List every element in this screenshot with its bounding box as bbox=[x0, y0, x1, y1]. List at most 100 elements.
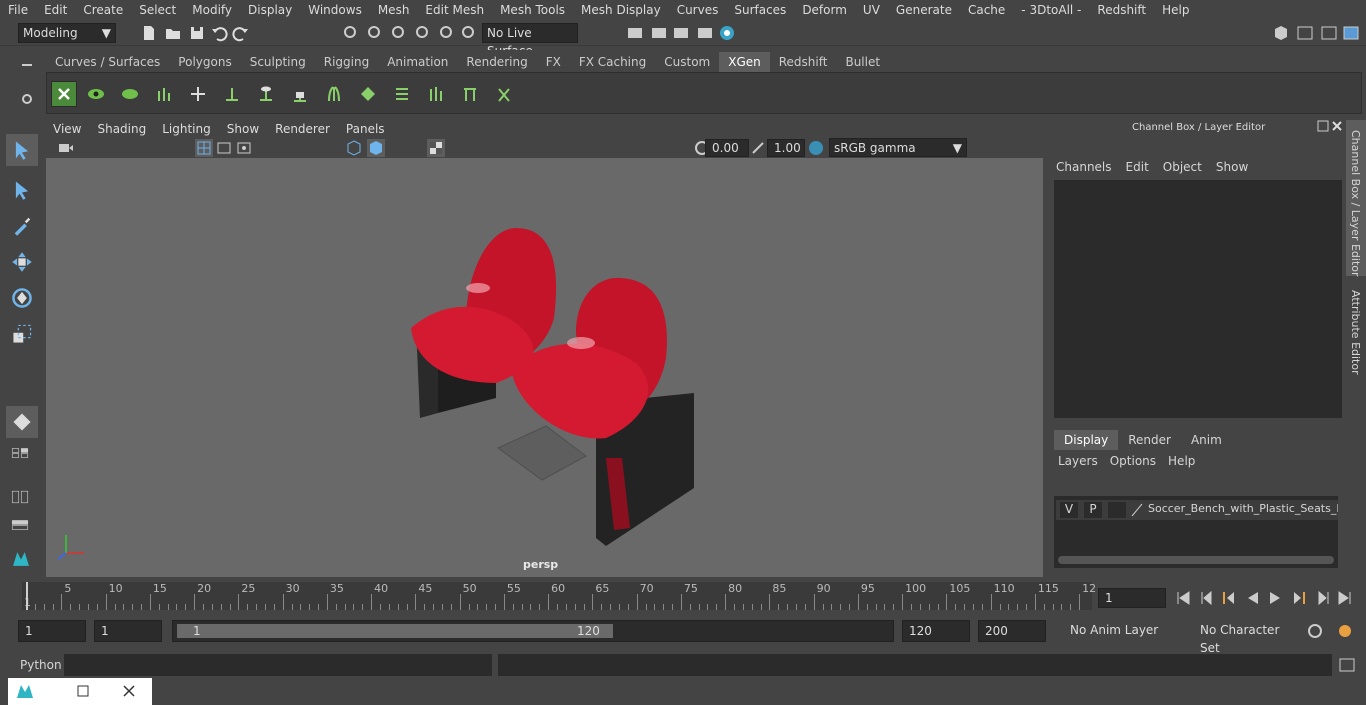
menu-cache[interactable]: Cache bbox=[960, 0, 1013, 21]
shelf-tab-custom[interactable]: Custom bbox=[655, 52, 719, 72]
shelf-tab-redshift[interactable]: Redshift bbox=[770, 52, 837, 72]
viewport-menu-shading[interactable]: Shading bbox=[89, 120, 154, 138]
menu-deform[interactable]: Deform bbox=[794, 0, 855, 21]
shelf-tab-xgen[interactable]: XGen bbox=[719, 52, 770, 72]
close-window-icon[interactable] bbox=[120, 682, 138, 700]
character-set-dropdown[interactable]: No Character Set bbox=[1196, 621, 1300, 655]
shelf-tab-sculpting[interactable]: Sculpting bbox=[241, 52, 315, 72]
xgen-lock-guide-icon[interactable] bbox=[287, 81, 313, 107]
ipr-render-icon[interactable] bbox=[672, 24, 690, 42]
menu-uv[interactable]: UV bbox=[855, 0, 888, 21]
shelf-menu-icon[interactable] bbox=[18, 56, 36, 74]
render-frame-icon[interactable] bbox=[650, 24, 668, 42]
wireframe-icon[interactable] bbox=[345, 139, 363, 157]
scale-tool-icon[interactable] bbox=[6, 318, 38, 350]
shelf-tab-animation[interactable]: Animation bbox=[378, 52, 457, 72]
time-ruler[interactable]: 1 51015202530354045505560657075808590951… bbox=[22, 582, 1096, 610]
xgen-editor-icon[interactable] bbox=[51, 81, 77, 107]
viewport-menu-panels[interactable]: Panels bbox=[338, 120, 393, 138]
menu-curves[interactable]: Curves bbox=[669, 0, 727, 21]
menu-mesh-tools[interactable]: Mesh Tools bbox=[492, 0, 573, 21]
channel-box-toggle-icon[interactable] bbox=[1342, 24, 1360, 42]
film-gate-icon[interactable] bbox=[215, 139, 233, 157]
layer-menu-options[interactable]: Options bbox=[1106, 454, 1164, 468]
layer-row[interactable]: V P Soccer_Bench_with_Plastic_Seats_For.… bbox=[1056, 500, 1338, 520]
resolution-gate-icon[interactable] bbox=[235, 139, 253, 157]
gamma-field[interactable]: 1.00 bbox=[767, 139, 805, 157]
menu-redshift[interactable]: Redshift bbox=[1089, 0, 1154, 21]
menu-create[interactable]: Create bbox=[75, 0, 131, 21]
attribute-editor-toggle-icon[interactable] bbox=[1296, 24, 1314, 42]
save-scene-icon[interactable] bbox=[188, 24, 206, 42]
step-back-icon[interactable] bbox=[1198, 589, 1216, 607]
viewport-menu-renderer[interactable]: Renderer bbox=[267, 120, 338, 138]
3d-viewport[interactable] bbox=[46, 158, 1043, 577]
select-by-object-icon[interactable] bbox=[366, 24, 384, 42]
start-frame-field[interactable]: 1 bbox=[18, 620, 86, 642]
playback-start-field[interactable]: 1 bbox=[94, 620, 162, 642]
layer-color-icon[interactable] bbox=[1130, 502, 1144, 518]
go-to-end-icon[interactable] bbox=[1336, 589, 1354, 607]
soft-select-icon[interactable] bbox=[6, 406, 38, 438]
layer-tab-display[interactable]: Display bbox=[1054, 430, 1119, 450]
new-scene-icon[interactable] bbox=[140, 24, 158, 42]
layer-tab-anim[interactable]: Anim bbox=[1181, 430, 1232, 450]
xgen-preview-eye-icon[interactable] bbox=[83, 81, 109, 107]
camera-select-icon[interactable] bbox=[57, 139, 75, 157]
xray-icon[interactable] bbox=[427, 139, 445, 157]
xgen-cut-icon[interactable] bbox=[457, 81, 483, 107]
shelf-tab-bullet[interactable]: Bullet bbox=[836, 52, 889, 72]
shelf-tab-rigging[interactable]: Rigging bbox=[315, 52, 378, 72]
color-management-icon[interactable] bbox=[807, 139, 825, 157]
render-view-icon[interactable] bbox=[626, 24, 644, 42]
xgen-guide-splines-icon[interactable] bbox=[321, 81, 347, 107]
menu-mesh[interactable]: Mesh bbox=[370, 0, 418, 21]
shelf-tab-curves-surfaces[interactable]: Curves / Surfaces bbox=[46, 52, 169, 72]
live-surface-field[interactable]: No Live Surface bbox=[482, 23, 578, 58]
attribute-editor-side-tab[interactable]: Attribute Editor bbox=[1346, 282, 1366, 382]
redo-icon[interactable] bbox=[232, 24, 250, 42]
workspace-icon[interactable] bbox=[1272, 24, 1290, 42]
next-key-icon[interactable] bbox=[1290, 589, 1308, 607]
current-time-marker[interactable] bbox=[26, 582, 28, 610]
menu-edit-mesh[interactable]: Edit Mesh bbox=[417, 0, 492, 21]
shelf-tab-fx-caching[interactable]: FX Caching bbox=[570, 52, 655, 72]
layer-tab-render[interactable]: Render bbox=[1118, 430, 1181, 450]
layer-visibility-toggle[interactable]: V bbox=[1060, 502, 1078, 518]
xgen-guide-add-icon[interactable] bbox=[151, 81, 177, 107]
persp-graph-layout-icon[interactable] bbox=[6, 516, 34, 534]
render-settings-icon[interactable] bbox=[696, 24, 714, 42]
grid-toggle-icon[interactable] bbox=[195, 139, 213, 157]
shelf-tab-polygons[interactable]: Polygons bbox=[169, 52, 240, 72]
open-scene-icon[interactable] bbox=[164, 24, 182, 42]
move-tool-icon[interactable] bbox=[6, 246, 38, 278]
xgen-guide-move-icon[interactable] bbox=[185, 81, 211, 107]
menu-file[interactable]: File bbox=[0, 0, 36, 21]
layer-menu-layers[interactable]: Layers bbox=[1054, 454, 1106, 468]
command-input[interactable] bbox=[64, 654, 492, 676]
menu-help[interactable]: Help bbox=[1154, 0, 1197, 21]
menu-display[interactable]: Display bbox=[240, 0, 300, 21]
xgen-place-guide-icon[interactable] bbox=[219, 81, 245, 107]
anim-end-field[interactable]: 200 bbox=[978, 620, 1046, 642]
snap-point-icon[interactable] bbox=[460, 24, 478, 42]
smooth-shade-icon[interactable] bbox=[367, 139, 385, 157]
menu-modify[interactable]: Modify bbox=[184, 0, 240, 21]
undo-icon[interactable] bbox=[210, 24, 228, 42]
exposure-field[interactable]: 0.00 bbox=[705, 139, 749, 157]
shelf-tab-fx[interactable]: FX bbox=[537, 52, 570, 72]
script-editor-icon[interactable] bbox=[1338, 656, 1356, 674]
hypershade-icon[interactable] bbox=[718, 24, 736, 42]
xgen-interactive-groom-icon[interactable] bbox=[389, 81, 415, 107]
channel-menu-channels[interactable]: Channels bbox=[1054, 160, 1120, 174]
snap-grid-icon[interactable] bbox=[414, 24, 432, 42]
xgen-guide-visibility-icon[interactable] bbox=[253, 81, 279, 107]
outliner-layout-icon[interactable] bbox=[6, 484, 34, 510]
menu-edit[interactable]: Edit bbox=[36, 0, 75, 21]
xgen-grid-icon[interactable] bbox=[355, 81, 381, 107]
maya-app-icon[interactable] bbox=[16, 682, 34, 700]
play-forward-icon[interactable] bbox=[1266, 589, 1284, 607]
select-tool-arrow-icon[interactable] bbox=[6, 134, 38, 166]
current-frame-field[interactable]: 1 bbox=[1098, 588, 1166, 608]
layer-menu-help[interactable]: Help bbox=[1164, 454, 1203, 468]
